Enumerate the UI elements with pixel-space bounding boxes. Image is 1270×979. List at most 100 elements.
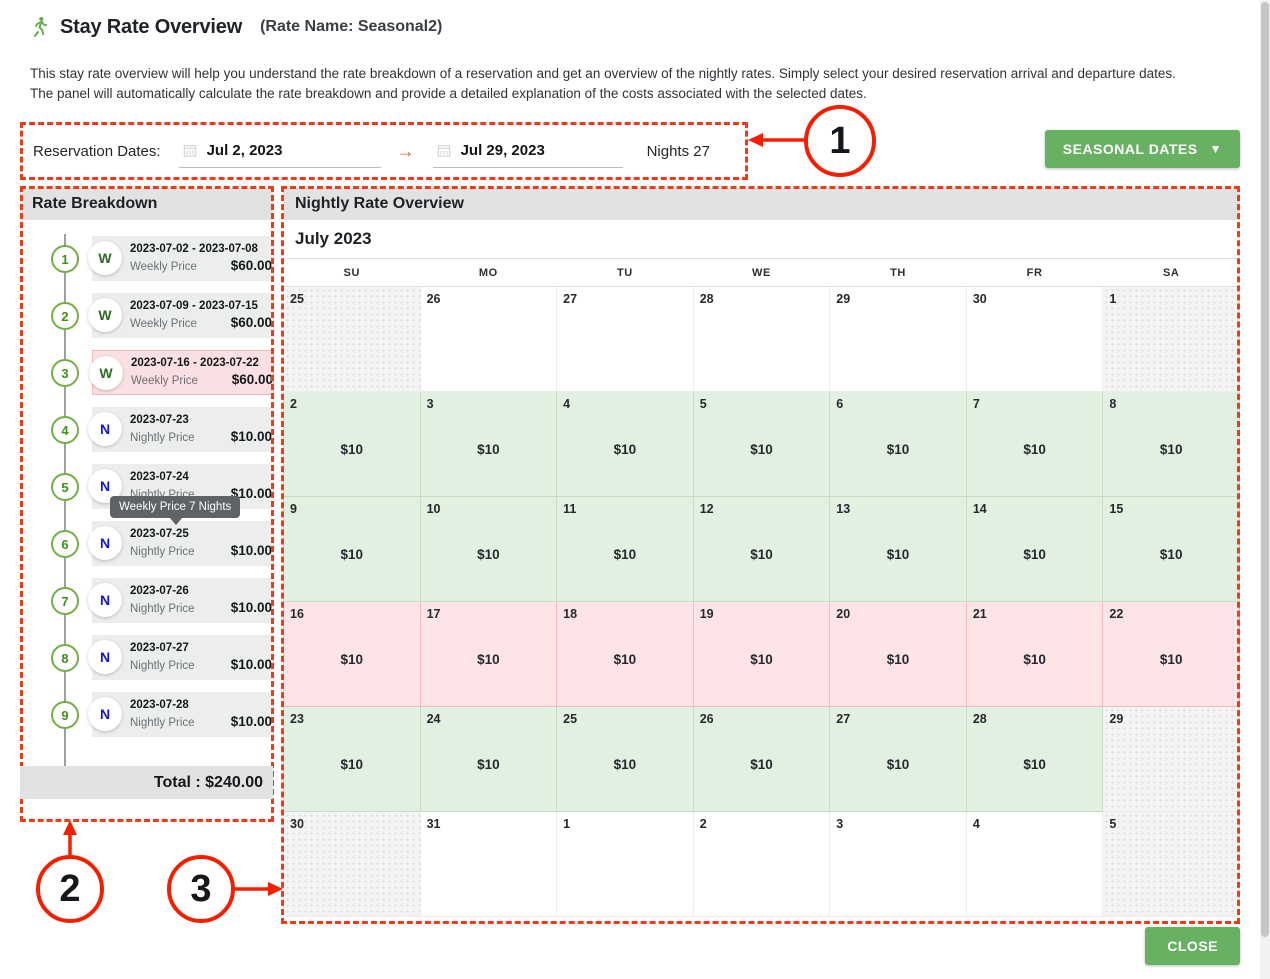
close-button[interactable]: CLOSE xyxy=(1145,927,1240,965)
end-date-field[interactable]: Jul 29, 2023 xyxy=(432,134,623,168)
calendar-day-cell[interactable]: 10 $10 xyxy=(419,496,558,602)
calendar-day-number: 5 xyxy=(699,397,707,411)
calendar-day-number: 8 xyxy=(1109,397,1117,411)
rate-breakdown-amount: $10.00 xyxy=(230,657,272,672)
calendar-day-cell[interactable]: 14 $10 xyxy=(965,496,1104,602)
calendar-day-cell[interactable]: 16 $10 xyxy=(283,601,421,707)
rate-breakdown-card[interactable]: W 2023-07-09 - 2023-07-15 Weekly Price $60.… xyxy=(88,293,274,338)
calendar-day-cell[interactable]: 27 $10 xyxy=(829,706,967,812)
close-button-label: CLOSE xyxy=(1167,938,1218,954)
rate-breakdown-item[interactable]: 7 N 2023-07-26 Nightly Price $10.00 xyxy=(20,574,274,631)
nightly-rate-overview-title: Nightly Rate Overview xyxy=(283,188,1240,220)
rate-breakdown-item[interactable]: 3 W 2023-07-16 - 2023-07-22 Weekly Price $60… xyxy=(20,346,274,403)
calendar-day-cell[interactable]: 1 xyxy=(1102,286,1240,392)
calendar-day-price: $10 xyxy=(886,547,910,562)
calendar-weekday-fr: FR xyxy=(966,258,1103,287)
rate-breakdown-step-number: 4 xyxy=(51,416,79,444)
calendar-day-cell[interactable]: 13 $10 xyxy=(829,496,967,602)
description-line-2: The panel will automatically calculate t… xyxy=(30,86,867,101)
calendar-day-cell[interactable]: 11 $10 xyxy=(556,496,694,602)
rate-breakdown-card[interactable]: W 2023-07-16 - 2023-07-22 Weekly Price $60.… xyxy=(89,350,274,395)
rate-breakdown-card[interactable]: N 2023-07-26 Nightly Price $10.00 xyxy=(88,578,274,623)
calendar-day-cell[interactable]: 20 $10 xyxy=(829,601,967,707)
rate-breakdown-card[interactable]: N 2023-07-23 Nightly Price $10.00 xyxy=(88,407,274,452)
rate-breakdown-kind: Nightly Price xyxy=(130,603,195,615)
calendar-day-cell[interactable]: 26 xyxy=(419,286,558,392)
annotation-1-arrow-icon xyxy=(748,133,806,147)
calendar-day-cell[interactable]: 26 $10 xyxy=(692,706,831,812)
rate-breakdown-item[interactable]: 1 W 2023-07-02 - 2023-07-08 Weekly Price $60… xyxy=(20,232,274,289)
calendar-day-cell[interactable]: 24 $10 xyxy=(419,706,558,812)
calendar-table: SU MO TU WE TH FR SA 25 26 27 28 29 30 1 2 $10 3 $10 4 $10… xyxy=(283,258,1240,917)
calendar-day-cell[interactable]: 19 $10 xyxy=(692,601,831,707)
nightly-rate-overview-panel: Nightly Rate Overview July 2023 SU MO TU WE… xyxy=(283,188,1240,917)
calendar-day-number: 6 xyxy=(836,397,844,411)
calendar-day-number: 4 xyxy=(972,817,980,831)
calendar-day-cell[interactable]: 15 $10 xyxy=(1102,496,1240,602)
calendar-day-cell[interactable]: 5 $10 xyxy=(692,391,831,497)
calendar-day-number: 28 xyxy=(699,292,714,306)
seasonal-dates-button[interactable]: SEASONAL DATES ▼ xyxy=(1044,130,1240,168)
calendar-day-cell[interactable]: 5 xyxy=(1102,811,1240,917)
rate-breakdown-item[interactable]: 6 N 2023-07-25 Nightly Price $10.00 xyxy=(20,517,274,574)
rate-breakdown-card[interactable]: N 2023-07-25 Nightly Price $10.00 xyxy=(88,521,274,566)
calendar-day-price: $10 xyxy=(477,547,500,562)
calendar-day-cell[interactable]: 4 xyxy=(965,811,1104,917)
rate-breakdown-item[interactable]: 4 N 2023-07-23 Nightly Price $10.00 xyxy=(20,403,274,460)
rate-breakdown-date-range: 2023-07-25 xyxy=(130,528,189,540)
calendar-day-price: $10 xyxy=(613,547,637,562)
calendar-day-cell[interactable]: 22 $10 xyxy=(1102,601,1240,707)
calendar-day-cell[interactable]: 2 xyxy=(692,811,831,917)
rate-breakdown-card[interactable]: N 2023-07-28 Nightly Price $10.00 xyxy=(88,692,274,737)
calendar-day-cell[interactable]: 6 $10 xyxy=(829,391,967,497)
calendar-day-cell[interactable]: 18 $10 xyxy=(556,601,694,707)
calendar-day-cell[interactable]: 7 $10 xyxy=(965,391,1104,497)
calendar-day-cell[interactable]: 29 xyxy=(829,286,967,392)
start-date-field[interactable]: Jul 2, 2023 xyxy=(178,134,381,168)
rate-breakdown-date-range: 2023-07-28 xyxy=(130,699,189,711)
calendar-day-cell[interactable]: 27 xyxy=(556,286,694,392)
calendar-day-cell[interactable]: 25 xyxy=(283,286,421,392)
scrollbar-thumb[interactable] xyxy=(1261,2,1269,937)
calendar-day-cell[interactable]: 28 $10 xyxy=(965,706,1104,812)
rate-breakdown-item[interactable]: 9 N 2023-07-28 Nightly Price $10.00 xyxy=(20,688,274,745)
rate-type-badge-icon: N xyxy=(88,412,122,446)
rate-breakdown-kind: Nightly Price xyxy=(130,432,195,444)
calendar-day-number: 28 xyxy=(972,712,987,726)
calendar-week-row: 16 $10 17 $10 18 $10 19 $10 20 $10 21 $10 22 $10 xyxy=(283,601,1240,707)
calendar-day-cell[interactable]: 23 $10 xyxy=(283,706,421,812)
calendar-day-cell[interactable]: 12 $10 xyxy=(692,496,831,602)
rate-type-badge-icon: W xyxy=(89,356,123,390)
rate-breakdown-item[interactable]: 2 W 2023-07-09 - 2023-07-15 Weekly Price $60… xyxy=(20,289,274,346)
calendar-day-cell[interactable]: 17 $10 xyxy=(419,601,558,707)
rate-breakdown-card[interactable]: N 2023-07-27 Nightly Price $10.00 xyxy=(88,635,274,680)
calendar-day-cell[interactable]: 8 $10 xyxy=(1102,391,1240,497)
rate-breakdown-kind: Weekly Price xyxy=(130,261,197,273)
rate-breakdown-step-number: 3 xyxy=(51,359,79,387)
calendar-day-cell[interactable]: 25 $10 xyxy=(556,706,694,812)
calendar-day-cell[interactable]: 31 xyxy=(419,811,558,917)
calendar-day-cell[interactable]: 3 $10 xyxy=(419,391,558,497)
calendar-day-cell[interactable]: 30 xyxy=(283,811,421,917)
calendar-weekday-su: SU xyxy=(283,258,421,287)
rate-breakdown-total: Total : $240.00 xyxy=(20,766,273,799)
rate-breakdown-card[interactable]: W 2023-07-02 - 2023-07-08 Weekly Price $60.… xyxy=(88,236,274,281)
calendar-day-cell[interactable]: 30 xyxy=(965,286,1104,392)
calendar-day-cell[interactable]: 1 xyxy=(556,811,694,917)
calendar-day-number: 14 xyxy=(972,502,987,516)
calendar-day-price: $10 xyxy=(613,442,637,457)
calendar-day-number: 1 xyxy=(563,817,571,831)
calendar-day-cell[interactable]: 9 $10 xyxy=(283,496,421,602)
calendar-day-cell[interactable]: 29 xyxy=(1102,706,1240,812)
calendar-day-cell[interactable]: 2 $10 xyxy=(283,391,421,497)
calendar-day-cell[interactable]: 28 xyxy=(692,286,831,392)
page-description: This stay rate overview will help you un… xyxy=(30,64,1230,104)
calendar-day-cell[interactable]: 21 $10 xyxy=(965,601,1104,707)
calendar-day-number: 2 xyxy=(699,817,707,831)
calendar-day-cell[interactable]: 4 $10 xyxy=(556,391,694,497)
rate-breakdown-item[interactable]: 8 N 2023-07-27 Nightly Price $10.00 xyxy=(20,631,274,688)
page-scrollbar[interactable] xyxy=(1260,0,1270,979)
calendar-day-number: 13 xyxy=(836,502,851,516)
calendar-day-price: $10 xyxy=(750,757,773,772)
calendar-day-cell[interactable]: 3 xyxy=(829,811,967,917)
